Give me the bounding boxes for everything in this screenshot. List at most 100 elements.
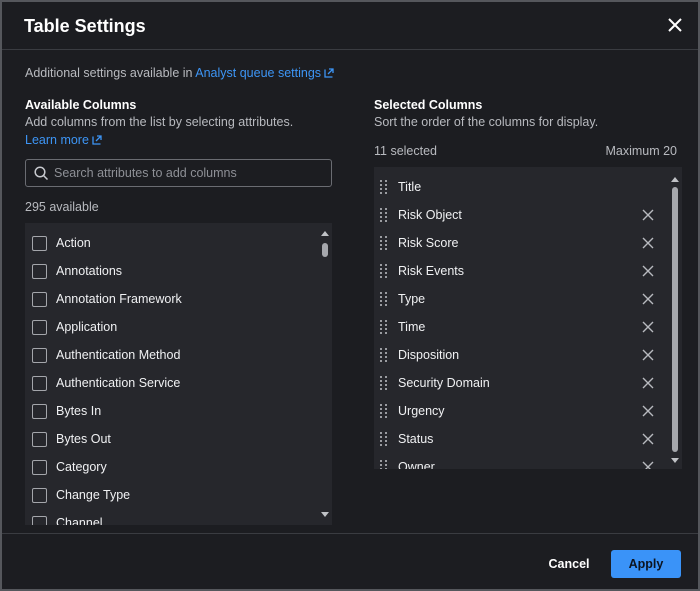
maximum-columns: Maximum 20 — [605, 144, 677, 158]
checkbox[interactable] — [32, 431, 47, 447]
checkbox[interactable] — [32, 235, 47, 251]
available-columns-list: Action Annotations Annotation Framework App… — [25, 223, 332, 525]
column-label: Owner — [398, 460, 435, 469]
drag-handle-icon[interactable] — [380, 376, 388, 390]
available-column-item[interactable]: Change Type — [25, 481, 332, 509]
checkbox[interactable] — [32, 375, 47, 391]
drag-handle-icon[interactable] — [380, 236, 388, 250]
checkbox[interactable] — [32, 403, 47, 419]
remove-icon[interactable] — [642, 321, 654, 333]
drag-handle-icon[interactable] — [380, 264, 388, 278]
column-label: Time — [398, 320, 426, 334]
available-columns-description: Add columns from the list by selecting a… — [25, 115, 294, 129]
column-label: Channel — [56, 516, 103, 525]
drag-handle-icon[interactable] — [380, 348, 388, 362]
cancel-button[interactable]: Cancel — [538, 550, 600, 578]
available-column-item[interactable]: Authentication Service — [25, 369, 332, 397]
checkbox[interactable] — [32, 347, 47, 363]
external-link-icon — [92, 135, 102, 145]
checkbox[interactable] — [32, 319, 47, 335]
drag-handle-icon[interactable] — [380, 432, 388, 446]
column-label: Status — [398, 432, 434, 446]
column-label: Action — [56, 236, 91, 250]
selected-column-item[interactable]: Type — [374, 285, 682, 313]
drag-handle-icon[interactable] — [380, 292, 388, 306]
selected-column-item[interactable]: Disposition — [374, 341, 682, 369]
scrollbar[interactable] — [670, 167, 680, 469]
selected-column-item[interactable]: Security Domain — [374, 369, 682, 397]
remove-icon[interactable] — [642, 377, 654, 389]
analyst-queue-settings-link[interactable]: Analyst queue settings — [195, 66, 334, 80]
dialog-title: Table Settings — [24, 16, 146, 36]
remove-icon[interactable] — [642, 349, 654, 361]
apply-button[interactable]: Apply — [611, 550, 681, 578]
selected-column-item[interactable]: Time — [374, 313, 682, 341]
dialog-footer: Cancel Apply — [2, 533, 698, 591]
selected-count: 11 selected — [374, 144, 438, 158]
available-column-item[interactable]: Authentication Method — [25, 341, 332, 369]
remove-icon[interactable] — [642, 405, 654, 417]
scroll-up-icon[interactable] — [671, 177, 679, 182]
column-label: Category — [56, 460, 107, 474]
column-label: Authentication Method — [56, 348, 181, 362]
external-link-icon — [324, 68, 334, 78]
search-attributes-field[interactable] — [25, 159, 332, 187]
selected-columns-heading: Selected Columns — [374, 98, 483, 112]
dialog-header: Table Settings — [2, 2, 698, 50]
drag-handle-icon[interactable] — [380, 208, 388, 222]
selected-column-item[interactable]: Risk Score — [374, 229, 682, 257]
selected-columns-list: Owner Status Urgency Security Domain Disposi… — [374, 167, 682, 469]
selected-column-item[interactable]: Risk Events — [374, 257, 682, 285]
checkbox[interactable] — [32, 487, 47, 503]
selected-column-item[interactable]: Owner — [374, 453, 682, 469]
column-label: Bytes Out — [56, 432, 111, 446]
remove-icon[interactable] — [642, 265, 654, 277]
column-label: Authentication Service — [56, 376, 181, 390]
column-label: Type — [398, 292, 426, 306]
remove-icon[interactable] — [642, 209, 654, 221]
available-column-item[interactable]: Category — [25, 453, 332, 481]
selected-column-item[interactable]: Status — [374, 425, 682, 453]
column-label: Title — [398, 180, 422, 194]
additional-settings-note: Additional settings available in Analyst… — [25, 66, 334, 80]
drag-handle-icon[interactable] — [380, 180, 388, 194]
checkbox[interactable] — [32, 291, 47, 307]
available-column-item[interactable]: Action — [25, 229, 332, 257]
column-label: Bytes In — [56, 404, 102, 418]
column-label: Annotation Framework — [56, 292, 182, 306]
available-columns-heading: Available Columns — [25, 98, 137, 112]
search-input[interactable] — [54, 160, 324, 186]
column-label: Risk Events — [398, 264, 464, 278]
remove-icon[interactable] — [642, 433, 654, 445]
drag-handle-icon[interactable] — [380, 404, 388, 418]
close-icon[interactable] — [666, 16, 684, 34]
column-label: Disposition — [398, 348, 460, 362]
column-label: Application — [56, 320, 118, 334]
selected-column-item[interactable]: Risk Object — [374, 201, 682, 229]
checkbox[interactable] — [32, 459, 47, 475]
scroll-down-icon[interactable] — [671, 458, 679, 463]
remove-icon[interactable] — [642, 237, 654, 249]
remove-icon[interactable] — [642, 461, 654, 469]
available-column-item[interactable]: Annotations — [25, 257, 332, 285]
selected-column-item[interactable]: Urgency — [374, 397, 682, 425]
drag-handle-icon[interactable] — [380, 460, 388, 469]
available-column-item[interactable]: Annotation Framework — [25, 285, 332, 313]
selected-column-item[interactable]: Title — [374, 173, 682, 201]
available-column-item[interactable]: Bytes Out — [25, 425, 332, 453]
search-icon — [34, 166, 49, 181]
available-count: 295 available — [25, 200, 99, 214]
checkbox[interactable] — [32, 263, 47, 279]
column-label: Risk Object — [398, 208, 462, 222]
column-label: Change Type — [56, 488, 131, 502]
available-column-item[interactable]: Channel — [25, 509, 332, 525]
column-label: Risk Score — [398, 236, 459, 250]
scrollbar-thumb[interactable] — [672, 187, 678, 452]
available-column-item[interactable]: Bytes In — [25, 397, 332, 425]
remove-icon[interactable] — [642, 293, 654, 305]
column-label: Annotations — [56, 264, 123, 278]
checkbox[interactable] — [32, 515, 47, 525]
drag-handle-icon[interactable] — [380, 320, 388, 334]
available-column-item[interactable]: Application — [25, 313, 332, 341]
learn-more-link[interactable]: Learn more — [25, 131, 102, 149]
